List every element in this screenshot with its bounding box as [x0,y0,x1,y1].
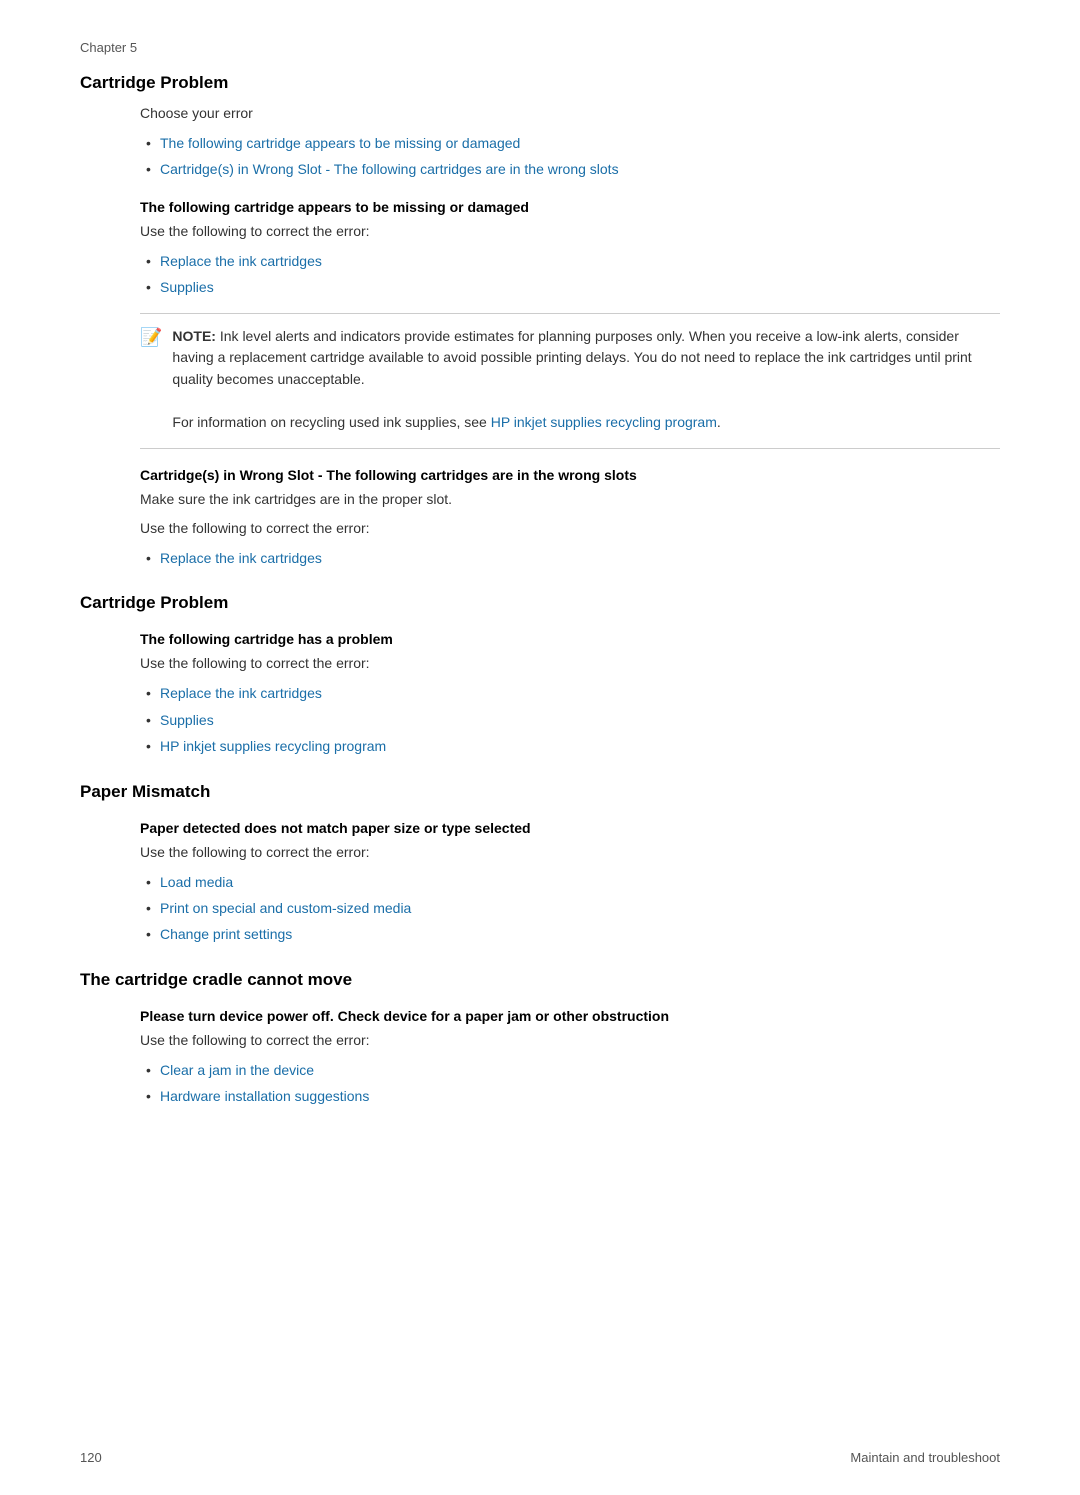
list-item: Replace the ink cartridges [140,547,1000,569]
section-title-paper-mismatch: Paper Mismatch [80,782,1000,802]
cartridge-has-problem-block: The following cartridge has a problem Us… [80,631,1000,757]
link-recycling-program[interactable]: HP inkjet supplies recycling program [160,738,386,754]
section-cartridge-cradle: The cartridge cradle cannot move Please … [80,970,1000,1108]
link-load-media[interactable]: Load media [160,874,233,890]
list-item: Hardware installation suggestions [140,1085,1000,1107]
sub-title-wrong-slot: Cartridge(s) in Wrong Slot - The followi… [140,467,1000,483]
link-replace-cartridges-2[interactable]: Replace the ink cartridges [160,550,322,566]
cradle-link-list: Clear a jam in the device Hardware insta… [140,1059,1000,1108]
wrong-slot-body1: Make sure the ink cartridges are in the … [140,489,1000,510]
section-intro-block: Choose your error The following cartridg… [80,103,1000,569]
has-problem-link-list: Replace the ink cartridges Supplies HP i… [140,682,1000,757]
section-title-cartridge-problem-2: Cartridge Problem [80,593,1000,613]
use-following-text-2: Use the following to correct the error: [140,518,1000,539]
note-icon: 📝 [140,327,162,434]
sub-title-has-problem: The following cartridge has a problem [140,631,1000,647]
wrong-slot-link-list: Replace the ink cartridges [140,547,1000,569]
list-item: Replace the ink cartridges [140,250,1000,272]
page-number: 120 [80,1450,102,1465]
chapter-label: Chapter 5 [80,40,1000,55]
sub-title-missing-damaged: The following cartridge appears to be mi… [140,199,1000,215]
paper-mismatch-block: Paper detected does not match paper size… [80,820,1000,946]
section-cartridge-problem-2: Cartridge Problem The following cartridg… [80,593,1000,757]
note-extra-end: . [717,414,721,430]
list-item: Supplies [140,276,1000,298]
footer-section-label: Maintain and troubleshoot [850,1450,1000,1465]
section-cartridge-problem-1: Cartridge Problem Choose your error The … [80,73,1000,569]
note-box: 📝 NOTE: Ink level alerts and indicators … [140,313,1000,449]
list-item: Print on special and custom-sized media [140,897,1000,919]
note-extra-text: For information on recycling used ink su… [172,414,490,430]
list-item: Supplies [140,709,1000,731]
use-following-text-3: Use the following to correct the error: [140,653,1000,674]
link-replace-cartridges-3[interactable]: Replace the ink cartridges [160,685,322,701]
choose-error-text: Choose your error [140,103,1000,124]
toc-link-missing-damaged[interactable]: The following cartridge appears to be mi… [160,135,520,151]
toc-link-wrong-slot[interactable]: Cartridge(s) in Wrong Slot - The followi… [160,161,619,177]
link-supplies-2[interactable]: Supplies [160,712,214,728]
sub-title-paper-mismatch: Paper detected does not match paper size… [140,820,1000,836]
link-clear-jam[interactable]: Clear a jam in the device [160,1062,314,1078]
missing-damaged-link-list: Replace the ink cartridges Supplies [140,250,1000,299]
use-following-text-5: Use the following to correct the error: [140,1030,1000,1051]
paper-mismatch-link-list: Load media Print on special and custom-s… [140,871,1000,946]
toc-link-list: The following cartridge appears to be mi… [140,132,1000,181]
link-hardware-install[interactable]: Hardware installation suggestions [160,1088,369,1104]
section-title-cartridge-cradle: The cartridge cradle cannot move [80,970,1000,990]
list-item: Replace the ink cartridges [140,682,1000,704]
note-body-text: Ink level alerts and indicators provide … [172,328,971,387]
link-change-print-settings[interactable]: Change print settings [160,926,292,942]
section-paper-mismatch: Paper Mismatch Paper detected does not m… [80,782,1000,946]
use-following-text-1: Use the following to correct the error: [140,221,1000,242]
list-item: Load media [140,871,1000,893]
link-supplies-1[interactable]: Supplies [160,279,214,295]
use-following-text-4: Use the following to correct the error: [140,842,1000,863]
link-print-special[interactable]: Print on special and custom-sized media [160,900,411,916]
list-item: Cartridge(s) in Wrong Slot - The followi… [140,158,1000,180]
sub-title-cradle: Please turn device power off. Check devi… [140,1008,1000,1024]
list-item: Change print settings [140,923,1000,945]
link-replace-cartridges-1[interactable]: Replace the ink cartridges [160,253,322,269]
list-item: The following cartridge appears to be mi… [140,132,1000,154]
list-item: HP inkjet supplies recycling program [140,735,1000,757]
list-item: Clear a jam in the device [140,1059,1000,1081]
cradle-block: Please turn device power off. Check devi… [80,1008,1000,1108]
note-label: NOTE: [172,328,216,344]
page-footer: 120 Maintain and troubleshoot [0,1450,1080,1465]
note-recycling-link[interactable]: HP inkjet supplies recycling program [491,414,717,430]
note-content: NOTE: Ink level alerts and indicators pr… [172,326,1000,434]
section-title-cartridge-problem-1: Cartridge Problem [80,73,1000,93]
